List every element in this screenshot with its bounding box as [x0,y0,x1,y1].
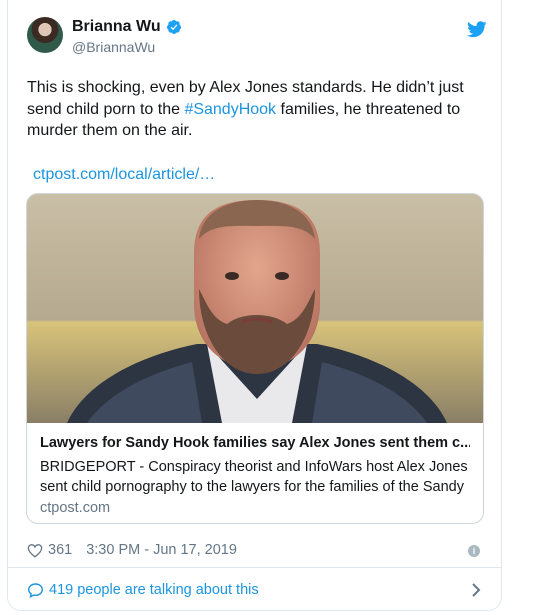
tweet-text: This is shocking, even by Alex Jones sta… [27,77,477,142]
article-link[interactable]: ctpost.com/local/article/… [33,166,215,184]
tweet-header: Brianna Wu @BriannaWu [27,17,487,57]
chevron-right-icon[interactable] [471,582,481,598]
preview-photo-illustration [27,194,483,423]
preview-domain: ctpost.com [40,500,111,516]
author-handle[interactable]: @BriannaWu [72,39,155,55]
tweet-embed-card: Brianna Wu @BriannaWu This is shocking, … [7,0,502,611]
author-name-row[interactable]: Brianna Wu [72,18,182,36]
preview-image[interactable] [27,194,483,423]
author-avatar[interactable] [27,17,63,53]
verified-badge-icon [166,20,181,34]
divider [8,567,501,568]
author-name[interactable]: Brianna Wu [72,18,161,36]
twitter-bird-icon[interactable] [467,21,487,38]
tweet-timestamp[interactable]: 3:30 PM - Jun 17, 2019 [86,542,237,558]
preview-text-block: Lawyers for Sandy Hook families say Alex… [27,423,483,516]
hashtag-link[interactable]: #SandyHook [184,101,276,118]
info-icon[interactable]: i [468,545,480,557]
heart-icon[interactable] [27,543,43,558]
tweet-meta: 361 3:30 PM - Jun 17, 2019 [27,542,237,558]
preview-title[interactable]: Lawyers for Sandy Hook families say Alex… [40,434,470,453]
conversation-label[interactable]: 419 people are talking about this [49,582,259,598]
conversation-link[interactable]: 419 people are talking about this [27,582,259,598]
link-preview-card[interactable]: Lawyers for Sandy Hook families say Alex… [26,193,484,524]
speech-bubble-icon [28,583,43,598]
preview-description: BRIDGEPORT - Conspiracy theorist and Inf… [40,459,468,495]
like-count[interactable]: 361 [48,542,72,558]
